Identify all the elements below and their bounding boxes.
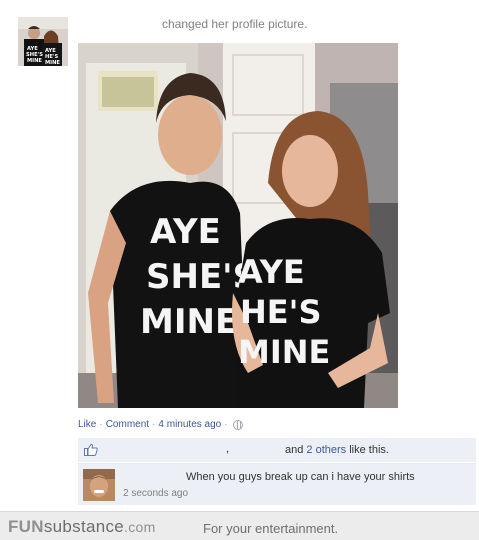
post-actions: Like · Comment · 4 minutes ago ·: [78, 419, 243, 430]
post-timestamp[interactable]: 4 minutes ago: [158, 419, 221, 430]
thumbs-up-icon: [84, 443, 98, 456]
shirt-right-line-3: MINE: [238, 333, 330, 371]
brand-sub: substance: [43, 517, 125, 536]
brand-fun: FUN: [8, 517, 44, 536]
commenter-avatar[interactable]: [83, 469, 115, 501]
footer-tagline: For your entertainment.: [203, 521, 339, 536]
svg-text:MINE: MINE: [27, 58, 42, 64]
separator-dot: ·: [99, 419, 103, 430]
separator-dot: ·: [152, 419, 156, 430]
svg-text:MINE: MINE: [45, 60, 60, 66]
shirt-right-line-1: AYE: [238, 253, 305, 291]
brand-tld: .com: [124, 519, 156, 535]
profile-photo[interactable]: AYE SHE'S MINE AYE HE'S MINE: [78, 43, 398, 408]
like-link[interactable]: Like: [78, 419, 96, 430]
others-link[interactable]: 2 others: [306, 444, 346, 456]
commenter-avatar-image: [83, 469, 115, 501]
story-text: changed her profile picture.: [162, 17, 308, 31]
shirt-left-line-3: MINE: [140, 302, 238, 342]
likes-like-this: like this.: [349, 444, 389, 456]
shirt-left-line-1: AYE: [150, 212, 221, 252]
likes-text: and 2 others like this.: [285, 444, 389, 456]
profile-avatar-image: AYE SHE'S MINE AYE HE'S MINE: [18, 17, 68, 66]
likes-separator: ,: [226, 443, 230, 455]
separator-dot: ·: [224, 419, 228, 430]
likes-summary: , and 2 others like this.: [78, 438, 476, 462]
likes-and: and: [285, 444, 304, 456]
globe-icon[interactable]: [232, 419, 243, 430]
comment-timestamp[interactable]: 2 seconds ago: [123, 488, 188, 499]
comment-text: When you guys break up can i have your s…: [186, 471, 415, 483]
comment-item: When you guys break up can i have your s…: [78, 463, 476, 505]
photo-scene: AYE SHE'S MINE AYE HE'S MINE: [78, 43, 398, 408]
comment-link[interactable]: Comment: [106, 419, 149, 430]
shirt-right-line-2: HE'S: [240, 293, 321, 331]
profile-avatar[interactable]: AYE SHE'S MINE AYE HE'S MINE: [18, 17, 68, 66]
brand-logo[interactable]: FUNsubstance.com: [8, 517, 156, 537]
site-footer: FUNsubstance.com For your entertainment.: [0, 511, 479, 540]
